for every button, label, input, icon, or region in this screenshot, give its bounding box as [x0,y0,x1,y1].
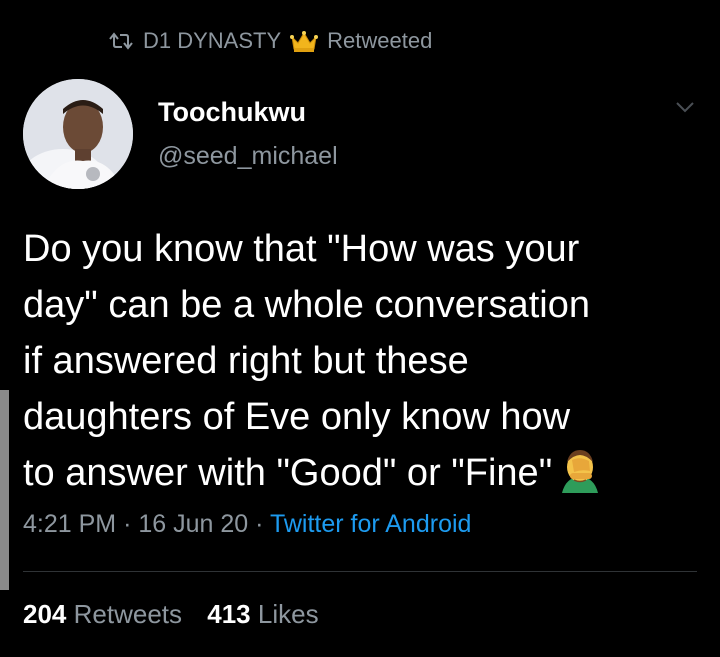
meta-separator: · [255,510,264,538]
retweets-count: 204 [23,599,67,629]
crown-icon [289,29,319,53]
retweets-stat[interactable]: 204 Retweets [23,599,182,629]
tweet-line: to answer with "Good" or "Fine" [23,452,553,494]
screenshot-edge [0,390,9,590]
retweeted-label: Retweeted [327,28,433,53]
likes-stat[interactable]: 413 Likes [207,599,318,629]
meta-separator: · [123,510,132,538]
chevron-down-icon[interactable] [672,97,698,117]
retweets-label: Retweets [73,599,183,629]
author-display-name[interactable]: Toochukwu [158,97,306,128]
tweet-date[interactable]: 16 Jun 20 [138,510,248,538]
tweet-line: if answered right but these [23,340,469,382]
tweet-meta: 4:21 PM · 16 Jun 20 · Twitter for Androi… [23,510,471,539]
likes-count: 413 [207,599,251,629]
author-handle[interactable]: @seed_michael [158,142,338,171]
retweeter-name[interactable]: D1 DYNASTY [143,28,281,54]
divider [23,571,697,572]
tweet-line: daughters of Eve only know how [23,396,571,438]
man-facepalming-emoji-icon [556,447,604,493]
avatar[interactable] [23,79,133,189]
tweet-line: Do you know that "How was your [23,228,580,270]
tweet-time[interactable]: 4:21 PM [23,510,116,538]
tweet-line-last: to answer with "Good" or "Fine" [23,445,703,501]
tweet-stats: 204 Retweets 413 Likes [23,599,337,630]
tweet-text: Do you know that "How was your day" can … [23,221,703,501]
retweet-icon [107,30,135,52]
retweet-banner[interactable]: D1 DYNASTY Retweeted [107,26,432,56]
tweet-source-link[interactable]: Twitter for Android [270,510,471,538]
likes-label: Likes [257,599,319,629]
tweet-line: day" can be a whole conversation [23,284,590,326]
